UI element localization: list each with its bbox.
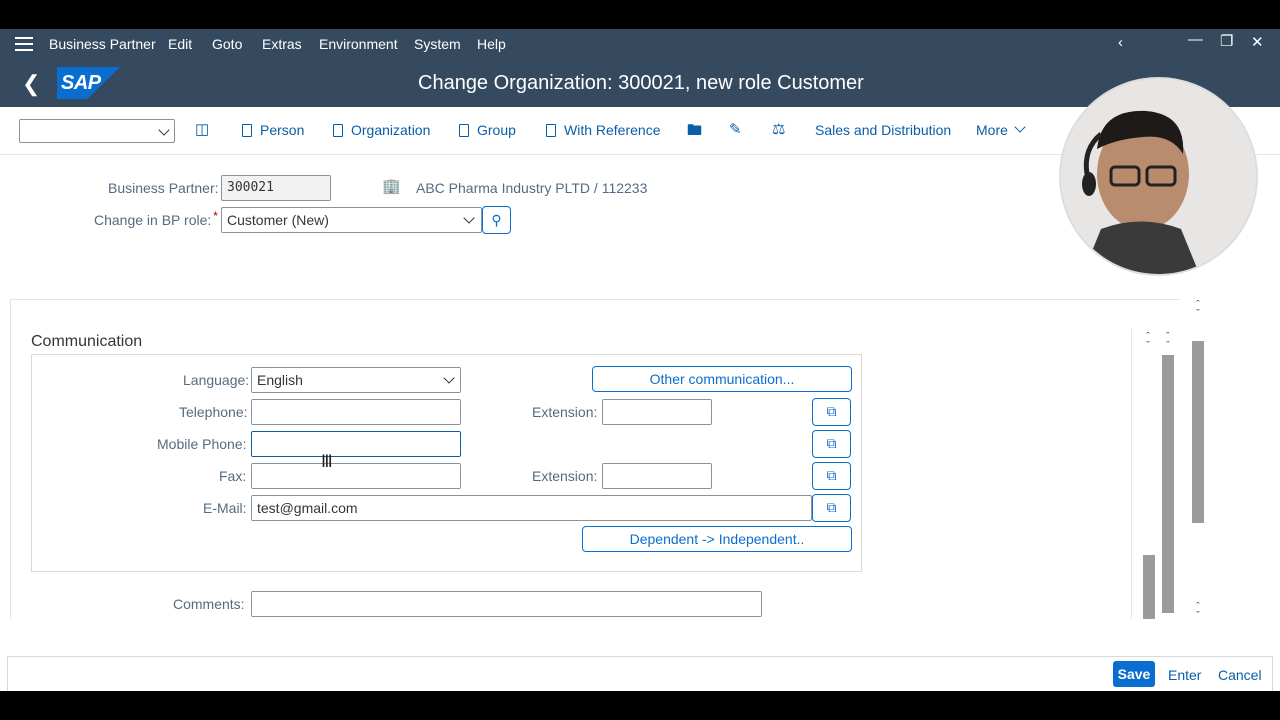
fax-extension-label: Extension:	[532, 468, 598, 484]
language-select[interactable]: English	[251, 367, 461, 393]
webcam-overlay	[1059, 77, 1258, 276]
bp-role-value: Customer (New)	[227, 212, 329, 228]
mobile-phone-label: Mobile Phone:	[157, 436, 247, 452]
email-details-button[interactable]: ⧉	[812, 494, 851, 522]
mobile-phone-field[interactable]	[251, 431, 461, 457]
menu-goto[interactable]: Goto	[212, 36, 242, 52]
scrollbar-thumb[interactable]	[1162, 355, 1174, 613]
restore-icon[interactable]: ❐	[1220, 32, 1233, 50]
external-link-icon: ⧉	[826, 403, 837, 419]
switch-view-icon[interactable]: ◫	[195, 120, 209, 138]
more-menu-button[interactable]: More	[976, 121, 1026, 138]
chevron-down-icon	[158, 124, 170, 136]
required-marker: *	[213, 209, 218, 223]
email-field[interactable]: test@gmail.com	[251, 495, 812, 521]
content-border	[1131, 329, 1132, 619]
with-reference-label: With Reference	[564, 122, 661, 138]
language-label: Language:	[183, 372, 250, 388]
business-partner-field[interactable]: 300021	[221, 175, 331, 201]
document-icon	[242, 123, 252, 137]
document-icon	[333, 123, 343, 137]
document-icon	[459, 123, 469, 137]
presenter-video	[1061, 79, 1256, 274]
external-link-icon: ⧉	[826, 435, 837, 451]
mobile-details-button[interactable]: ⧉	[812, 430, 851, 458]
back-icon[interactable]: ❮	[22, 71, 40, 97]
bp-role-label-text: Change in BP role:	[94, 212, 212, 228]
more-label: More	[976, 122, 1008, 138]
with-reference-button[interactable]: With Reference	[546, 122, 660, 138]
save-button[interactable]: Save	[1113, 661, 1155, 687]
bp-role-select[interactable]: Customer (New)	[221, 207, 482, 233]
minimize-icon[interactable]: —	[1188, 31, 1203, 48]
sap-window: Business Partner Edit Goto Extras Enviro…	[0, 29, 1280, 691]
enter-button[interactable]: Enter	[1168, 667, 1201, 683]
chevron-down-icon	[443, 372, 455, 384]
scrollbar-thumb[interactable]	[1192, 341, 1204, 523]
cancel-button[interactable]: Cancel	[1218, 667, 1262, 683]
sales-distribution-button[interactable]: Sales and Distribution	[815, 122, 951, 138]
person-label: Person	[260, 122, 305, 138]
search-icon: ⚲	[491, 212, 502, 228]
scroll-up-icon[interactable]: ˆˇ	[1142, 332, 1154, 352]
collapse-menu-icon[interactable]: ‹	[1118, 34, 1123, 51]
bp-role-label: Change in BP role: *	[94, 209, 218, 228]
language-value: English	[257, 372, 303, 388]
email-label: E-Mail:	[203, 500, 247, 516]
create-organization-button[interactable]: Organization	[333, 122, 430, 138]
comments-field[interactable]	[251, 591, 762, 617]
close-icon[interactable]: ✕	[1251, 33, 1264, 51]
communication-title: Communication	[31, 333, 143, 350]
external-link-icon: ⧉	[826, 499, 837, 515]
chevron-down-icon	[463, 212, 475, 224]
telephone-label: Telephone:	[179, 404, 248, 420]
search-role-button[interactable]: ⚲	[482, 206, 511, 234]
create-group-button[interactable]: Group	[459, 122, 516, 138]
telephone-extension-field[interactable]	[602, 399, 712, 425]
telephone-extension-label: Extension:	[532, 404, 598, 420]
external-link-icon: ⧉	[826, 467, 837, 483]
fax-label: Fax:	[219, 468, 247, 484]
menu-environment[interactable]: Environment	[319, 36, 398, 52]
organization-icon: 🏢	[382, 178, 401, 195]
section-divider	[10, 299, 1180, 300]
menu-extras[interactable]: Extras	[262, 36, 302, 52]
menu-bar: Business Partner Edit Goto Extras Enviro…	[0, 29, 1280, 59]
comments-label: Comments:	[173, 596, 245, 612]
text-cursor-icon: Ⅲ	[321, 452, 333, 471]
telephone-field[interactable]	[251, 399, 461, 425]
open-folder-icon[interactable]: 🖿	[687, 120, 702, 145]
menu-business-partner[interactable]: Business Partner	[49, 36, 156, 52]
organization-label: Organization	[351, 122, 431, 138]
business-partner-label: Business Partner:	[108, 180, 219, 196]
create-person-button[interactable]: Person	[242, 122, 304, 138]
menu-system[interactable]: System	[414, 36, 461, 52]
business-partner-description: ABC Pharma Industry PLTD / 112233	[416, 180, 648, 196]
chevron-down-icon	[1014, 121, 1026, 133]
menu-help[interactable]: Help	[477, 36, 506, 52]
other-communication-button[interactable]: Other communication...	[592, 366, 852, 392]
command-field[interactable]	[19, 119, 175, 143]
document-icon	[546, 123, 556, 137]
scroll-up-icon[interactable]: ˆˇ	[1192, 300, 1204, 320]
menu-edit[interactable]: Edit	[168, 36, 192, 52]
group-label: Group	[477, 122, 516, 138]
title-bar: ❮ SAP Change Organization: 300021, new r…	[0, 59, 1280, 107]
fax-field[interactable]	[251, 463, 461, 489]
telephone-details-button[interactable]: ⧉	[812, 398, 851, 426]
scroll-down-icon[interactable]: ˆˇ	[1192, 602, 1204, 622]
page-title: Change Organization: 300021, new role Cu…	[418, 72, 864, 94]
dependent-independent-button[interactable]: Dependent -> Independent..	[582, 526, 852, 552]
hamburger-menu-icon[interactable]	[15, 37, 33, 51]
sales-distribution-label: Sales and Distribution	[815, 122, 952, 138]
fax-extension-field[interactable]	[602, 463, 712, 489]
sap-logo: SAP	[57, 67, 120, 99]
edit-pencil-icon[interactable]: ✎	[729, 120, 742, 138]
balance-scale-icon[interactable]: ⚖	[772, 120, 785, 138]
footer-bar	[7, 656, 1273, 691]
scrollbar-thumb[interactable]	[1143, 555, 1155, 619]
section-border	[10, 299, 11, 619]
scroll-up-icon[interactable]: ˆˇ	[1162, 332, 1174, 352]
fax-details-button[interactable]: ⧉	[812, 462, 851, 490]
